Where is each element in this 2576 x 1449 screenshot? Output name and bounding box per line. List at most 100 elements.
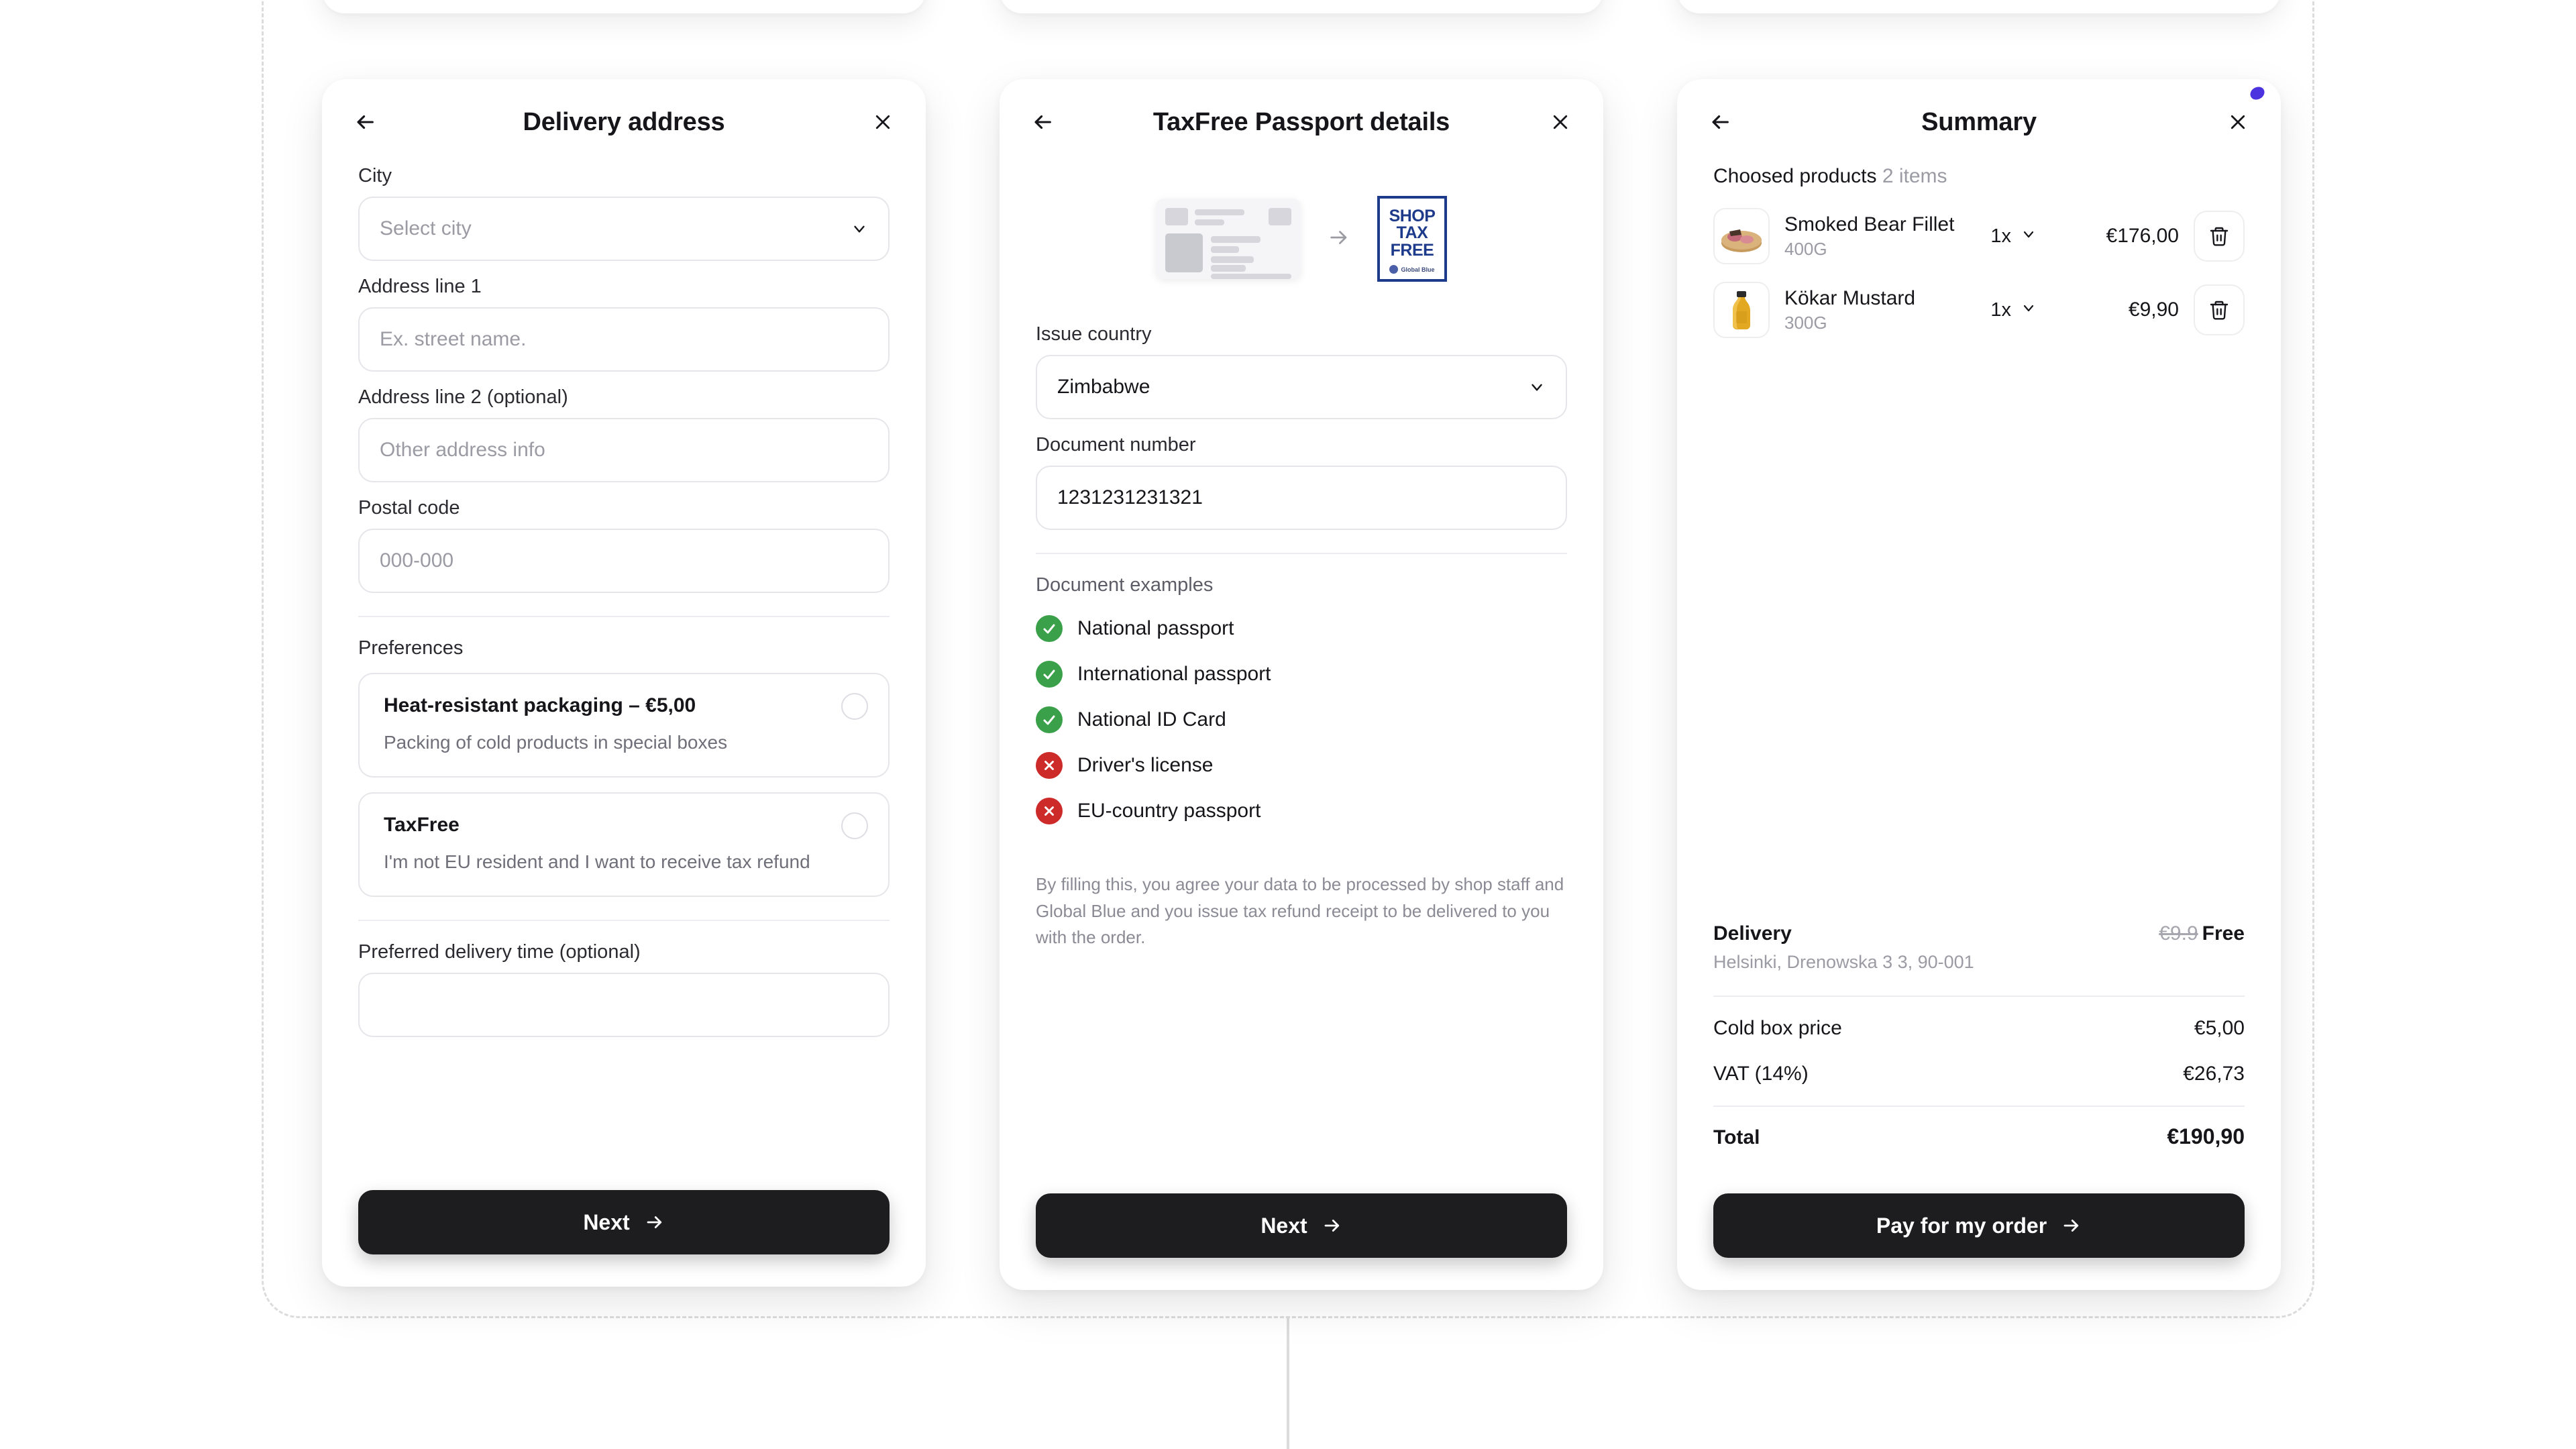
mustard-bottle-thumb <box>1713 282 1770 338</box>
document-number-input[interactable]: 1231231231321 <box>1036 466 1567 530</box>
close-button[interactable] <box>2218 102 2258 142</box>
back-button[interactable] <box>345 102 385 142</box>
vat-label: VAT (14%) <box>1713 1063 1809 1085</box>
arrow-right-icon <box>647 1216 661 1228</box>
field-postal-code-label: Postal code <box>358 497 460 519</box>
section-divider-delivery-time <box>358 919 890 921</box>
taxfree-card-header: TaxFree Passport details <box>1000 79 1603 165</box>
product-delete-button[interactable] <box>2194 211 2245 262</box>
document-example-label: Driver's license <box>1077 754 1214 776</box>
x-circle-icon <box>1036 752 1063 779</box>
taxfree-passport-card: TaxFree Passport details SHOP TAX FREE G… <box>1000 79 1603 1290</box>
arrow-right-icon <box>1328 226 1350 252</box>
delivery-price-group: €9.9 Free <box>2159 922 2245 945</box>
mustard-bottle-image <box>1733 291 1750 329</box>
check-circle-icon <box>1036 615 1063 642</box>
total-value: €190,90 <box>2167 1124 2245 1148</box>
summary-card: Summary Choosed products 2 items Smoked … <box>1677 79 2281 1290</box>
taxfree-next-label: Next <box>1260 1213 1307 1238</box>
product-delete-button[interactable] <box>2194 284 2245 335</box>
shop-tax-free-logo: SHOP TAX FREE Global Blue <box>1377 196 1447 282</box>
preference-taxfree-title: TaxFree <box>384 813 460 836</box>
totals-divider-2 <box>1713 1106 2245 1107</box>
delivery-next-button[interactable]: Next <box>358 1190 890 1254</box>
preference-heat-resistant-packaging[interactable]: Heat-resistant packaging – €5,00 Packing… <box>358 673 890 777</box>
close-button[interactable] <box>863 102 903 142</box>
postal-code-placeholder: 000-000 <box>380 549 454 572</box>
preference-taxfree[interactable]: TaxFree I'm not EU resident and I want t… <box>358 792 890 897</box>
address-line-1-input[interactable]: Ex. street name. <box>358 307 890 372</box>
product-name: Kökar Mustard <box>1784 286 1916 309</box>
close-icon <box>875 115 890 129</box>
delivery-card-header: Delivery address <box>322 79 926 165</box>
field-address-line-2-label: Address line 2 (optional) <box>358 386 568 408</box>
document-example-label: National ID Card <box>1077 708 1226 731</box>
address-line-2-input[interactable]: Other address info <box>358 418 890 482</box>
product-quantity-value: 1x <box>1990 299 2011 321</box>
section-divider-examples <box>1036 553 1567 554</box>
arrow-right-icon <box>2063 1220 2079 1232</box>
delivery-address-card: Delivery address City Select city Addres… <box>322 79 926 1287</box>
close-icon <box>1553 115 1568 129</box>
preference-heat-title: Heat-resistant packaging – €5,00 <box>384 694 696 716</box>
product-row: Kökar Mustard 300G 1x €9,90 <box>1713 282 2245 338</box>
x-circle-icon <box>1036 798 1063 824</box>
close-button[interactable] <box>1540 102 1580 142</box>
taxfree-next-button[interactable]: Next <box>1036 1193 1567 1258</box>
cold-box-label: Cold box price <box>1713 1017 1842 1039</box>
chevron-down-icon <box>2021 225 2037 248</box>
section-divider-preferences <box>358 616 890 617</box>
summary-card-header: Summary <box>1677 79 2281 165</box>
product-quantity-select[interactable]: 1x <box>1990 225 2037 248</box>
back-button[interactable] <box>1022 102 1063 142</box>
postal-code-input[interactable]: 000-000 <box>358 529 890 593</box>
field-document-number: Document number 1231231231321 <box>1036 434 1567 530</box>
close-icon <box>2231 115 2245 129</box>
address-line-2-placeholder: Other address info <box>380 439 545 461</box>
field-address-line-1: Address line 1 Ex. street name. <box>358 276 890 372</box>
product-quantity-select[interactable]: 1x <box>1990 299 2037 321</box>
preference-taxfree-radio[interactable] <box>841 812 868 839</box>
preferred-delivery-time-option[interactable] <box>358 972 890 1037</box>
arrow-right-icon <box>1324 1220 1339 1232</box>
smoked-meat-image <box>1721 229 1762 252</box>
field-address-line-1-label: Address line 1 <box>358 276 482 297</box>
chevron-down-icon <box>851 220 868 237</box>
summary-totals: Delivery €9.9 Free Helsinki, Drenowska 3 … <box>1713 922 2245 1156</box>
preference-heat-radio[interactable] <box>841 693 868 720</box>
product-info: Kökar Mustard 300G <box>1784 287 1976 333</box>
issue-country-select[interactable]: Zimbabwe <box>1036 355 1567 419</box>
document-example-item: Driver's license <box>1036 752 1567 779</box>
global-blue-label: Global Blue <box>1401 266 1435 273</box>
field-preferred-delivery-time: Preferred delivery time (optional) <box>358 941 890 1037</box>
delivery-card-body: City Select city Address line 1 Ex. stre… <box>322 165 926 1037</box>
delivery-row: Delivery €9.9 Free <box>1713 922 2245 945</box>
taxfree-disclaimer: By filling this, you agree your data to … <box>1036 874 1564 948</box>
vat-value: €26,73 <box>2183 1063 2245 1085</box>
total-label: Total <box>1713 1126 1760 1148</box>
product-price: €9,90 <box>2128 299 2179 321</box>
preference-taxfree-subtitle: I'm not EU resident and I want to receiv… <box>384 851 810 872</box>
logo-line-2: TAX <box>1396 223 1428 243</box>
document-number-label: Document number <box>1036 434 1196 455</box>
totals-divider-1 <box>1713 996 2245 997</box>
document-example-item: National passport <box>1036 615 1567 642</box>
logo-line-1: SHOP <box>1389 206 1436 225</box>
document-example-item: EU-country passport <box>1036 798 1567 824</box>
back-button[interactable] <box>1700 102 1740 142</box>
issue-country-value: Zimbabwe <box>1057 376 1150 398</box>
summary-card-title: Summary <box>1921 107 2037 136</box>
trash-icon <box>2210 227 2229 246</box>
chosen-products-label: Choosed products <box>1713 165 1877 187</box>
product-weight: 300G <box>1784 312 1827 333</box>
field-issue-country: Issue country Zimbabwe <box>1036 323 1567 419</box>
global-blue-icon <box>1389 265 1399 274</box>
pay-for-my-order-button[interactable]: Pay for my order <box>1713 1193 2245 1258</box>
document-number-value: 1231231231321 <box>1057 486 1203 508</box>
arrow-left-icon <box>1712 115 1729 129</box>
vat-row: VAT (14%) €26,73 <box>1713 1063 2245 1085</box>
document-example-item: International passport <box>1036 661 1567 688</box>
city-select[interactable]: Select city <box>358 197 890 261</box>
smoked-meat-thumb <box>1713 208 1770 264</box>
field-postal-code: Postal code 000-000 <box>358 497 890 593</box>
